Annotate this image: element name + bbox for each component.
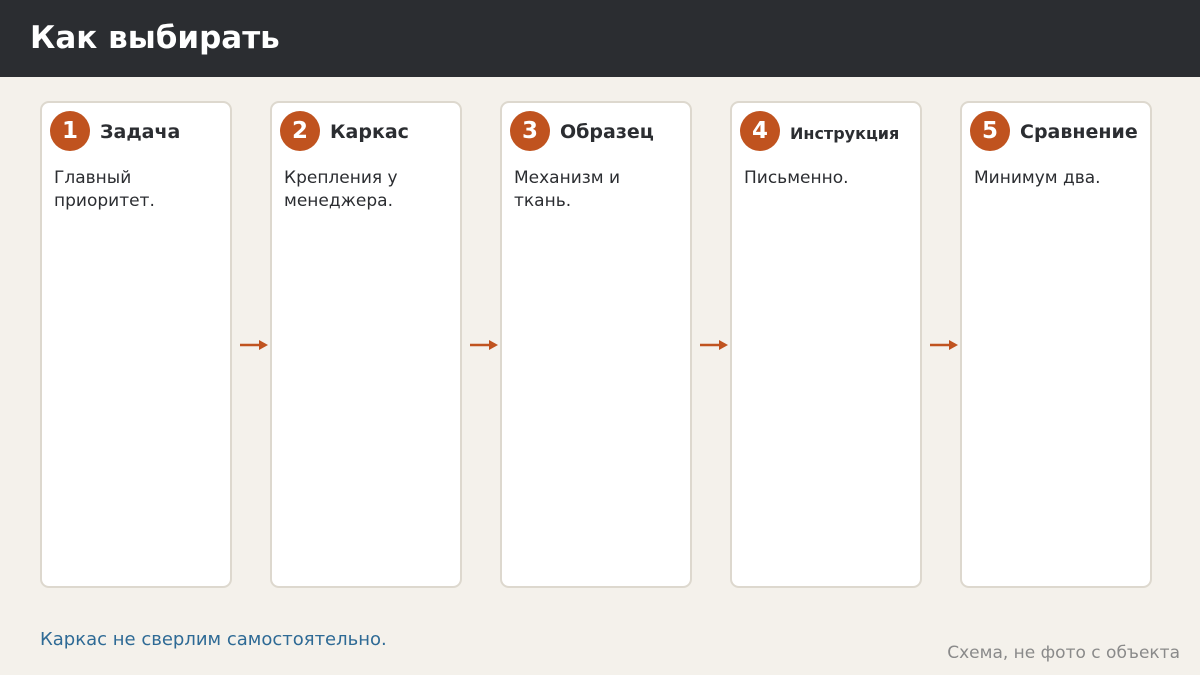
arrow-right-icon [240, 340, 268, 350]
page-title: Как выбирать [30, 20, 280, 56]
step-number-badge: 3 [510, 111, 550, 151]
step-text: Главный приоритет. [54, 168, 155, 211]
footer-note: Каркас не сверлим самостоятельно. [40, 629, 387, 650]
arrow-right-icon [700, 340, 728, 350]
arrow-right-icon [470, 340, 498, 350]
step-text: Письменно. [744, 168, 849, 188]
step-text: Минимум два. [974, 168, 1101, 188]
step-title: Инструкция [790, 124, 900, 143]
step-card-2: 2 Каркас Крепления у менеджера. [270, 101, 462, 588]
step-text: Крепления у менеджера. [284, 168, 398, 211]
step-number-badge: 1 [50, 111, 90, 151]
step-number-badge: 4 [740, 111, 780, 151]
step-title: Образец [560, 121, 654, 143]
step-card-3: 3 Образец Механизм и ткань. [500, 101, 692, 588]
footer-caption: Схема, не фото с объекта [947, 643, 1180, 663]
step-title: Задача [100, 121, 181, 143]
step-title: Сравнение [1020, 121, 1138, 143]
step-number-badge: 2 [280, 111, 320, 151]
arrow-right-icon [930, 340, 958, 350]
step-card-1: 1 Задача Главный приоритет. [40, 101, 232, 588]
step-number-badge: 5 [970, 111, 1010, 151]
step-text: Механизм и ткань. [514, 168, 621, 211]
step-card-4: 4 Инструкция Письменно. [730, 101, 922, 588]
step-card-5: 5 Сравнение Минимум два. [960, 101, 1152, 588]
header-bar: Как выбирать [0, 0, 1200, 77]
step-title: Каркас [330, 121, 409, 143]
